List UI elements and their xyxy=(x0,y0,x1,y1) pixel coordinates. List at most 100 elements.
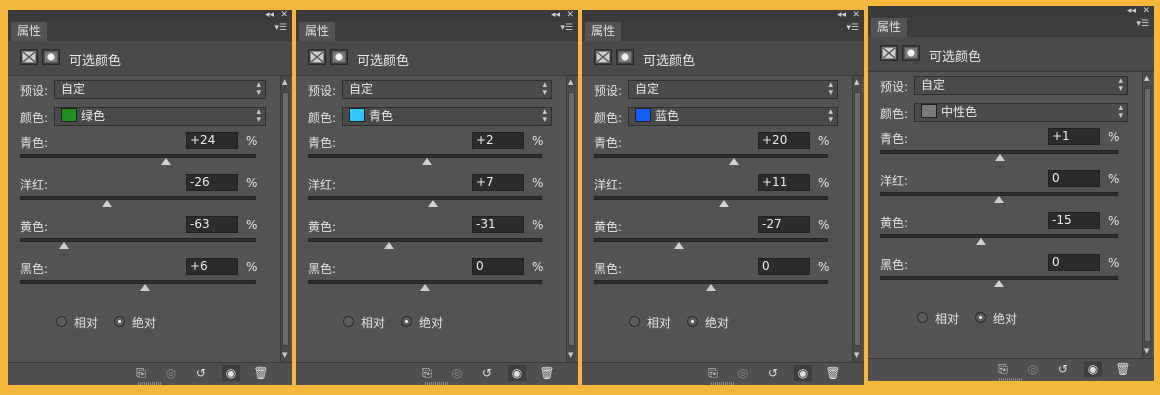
preset-select[interactable]: 自定 ▴ ▾ xyxy=(342,80,552,99)
slider-track[interactable] xyxy=(594,196,828,200)
radio-relative-label[interactable]: 相对 xyxy=(935,310,959,327)
scroll-up-icon[interactable]: ▲ xyxy=(568,79,573,86)
scrollbar-thumb[interactable] xyxy=(854,92,861,346)
scroll-down-icon[interactable]: ▼ xyxy=(282,352,287,359)
slider-value-input[interactable]: +1 xyxy=(1048,128,1100,145)
clip-to-layer-icon[interactable]: ⎘ xyxy=(704,365,722,381)
slider-thumb[interactable] xyxy=(994,280,1004,287)
scroll-up-icon[interactable]: ▲ xyxy=(1144,75,1149,82)
color-select[interactable]: 青色 ▴ ▾ xyxy=(342,107,552,126)
slider-thumb[interactable] xyxy=(976,238,987,245)
radio-relative-label[interactable]: 相对 xyxy=(647,314,671,331)
slider-value-input[interactable]: 0 xyxy=(758,258,810,275)
collapse-icon[interactable]: ◂◂ xyxy=(837,9,846,21)
trash-icon[interactable]: 🗑 xyxy=(1114,361,1132,377)
radio-absolute[interactable] xyxy=(401,316,412,327)
collapse-icon[interactable]: ◂◂ xyxy=(551,9,560,21)
visibility-eye-icon[interactable]: ◉ xyxy=(794,365,812,381)
slider-thumb[interactable] xyxy=(58,242,69,249)
radio-relative[interactable] xyxy=(343,316,354,327)
radio-relative-label[interactable]: 相对 xyxy=(361,314,385,331)
panel-menu-icon[interactable]: ▾☰ xyxy=(1136,19,1149,29)
scrollbar[interactable]: ▲ ▼ xyxy=(566,76,576,362)
slider-value-input[interactable]: +20 xyxy=(758,132,810,149)
slider-value-input[interactable]: -26 xyxy=(186,174,238,191)
visibility-eye-icon[interactable]: ◉ xyxy=(222,365,240,381)
slider-value-input[interactable]: +7 xyxy=(472,174,524,191)
slider-thumb[interactable] xyxy=(674,242,685,249)
slider-track[interactable] xyxy=(20,238,256,242)
panel-menu-icon[interactable]: ▾☰ xyxy=(274,23,287,33)
slider-thumb[interactable] xyxy=(729,158,740,165)
visibility-eye-icon[interactable]: ◉ xyxy=(508,365,526,381)
panel-menu-icon[interactable]: ▾☰ xyxy=(560,23,573,33)
color-select[interactable]: 中性色 ▴ ▾ xyxy=(914,103,1128,122)
slider-value-input[interactable]: 0 xyxy=(1048,170,1100,187)
reset-icon[interactable]: ↺ xyxy=(192,365,210,381)
collapse-icon[interactable]: ◂◂ xyxy=(265,9,274,21)
reset-icon[interactable]: ↺ xyxy=(764,365,782,381)
close-icon[interactable]: ✕ xyxy=(1142,5,1150,17)
trash-icon[interactable]: 🗑 xyxy=(252,365,270,381)
radio-relative[interactable] xyxy=(629,316,640,327)
close-icon[interactable]: ✕ xyxy=(566,9,574,21)
slider-track[interactable] xyxy=(308,196,542,200)
resize-grip[interactable] xyxy=(999,378,1023,381)
slider-track[interactable] xyxy=(20,280,256,284)
view-previous-state-icon[interactable]: ◎ xyxy=(734,365,752,381)
slider-thumb[interactable] xyxy=(718,200,729,207)
slider-value-input[interactable]: 0 xyxy=(472,258,524,275)
close-icon[interactable]: ✕ xyxy=(280,9,288,21)
radio-absolute-label[interactable]: 绝对 xyxy=(132,314,156,331)
scrollbar[interactable]: ▲ ▼ xyxy=(852,76,862,362)
panel-menu-icon[interactable]: ▾☰ xyxy=(846,23,859,33)
resize-grip[interactable] xyxy=(711,382,735,385)
clip-to-layer-icon[interactable]: ⎘ xyxy=(418,365,436,381)
radio-relative-label[interactable]: 相对 xyxy=(74,314,98,331)
slider-thumb[interactable] xyxy=(994,196,1004,203)
preset-select[interactable]: 自定 ▴ ▾ xyxy=(914,76,1128,95)
color-select[interactable]: 绿色 ▴ ▾ xyxy=(54,107,266,126)
slider-track[interactable] xyxy=(594,154,828,158)
clip-to-layer-icon[interactable]: ⎘ xyxy=(132,365,150,381)
trash-icon[interactable]: 🗑 xyxy=(538,365,556,381)
slider-thumb[interactable] xyxy=(383,242,394,249)
scrollbar[interactable]: ▲ ▼ xyxy=(1142,72,1152,358)
tab-properties[interactable]: 属性 xyxy=(299,22,336,41)
resize-grip[interactable] xyxy=(425,382,449,385)
scroll-down-icon[interactable]: ▼ xyxy=(568,352,573,359)
view-previous-state-icon[interactable]: ◎ xyxy=(448,365,466,381)
tab-properties[interactable]: 属性 xyxy=(11,22,48,41)
resize-grip[interactable] xyxy=(138,382,162,385)
slider-track[interactable] xyxy=(308,238,542,242)
slider-thumb[interactable] xyxy=(161,158,172,165)
scroll-down-icon[interactable]: ▼ xyxy=(854,352,859,359)
slider-track[interactable] xyxy=(20,196,256,200)
clip-to-layer-icon[interactable]: ⎘ xyxy=(994,361,1012,377)
slider-track[interactable] xyxy=(594,238,828,242)
close-icon[interactable]: ✕ xyxy=(852,9,860,21)
reset-icon[interactable]: ↺ xyxy=(1054,361,1072,377)
slider-value-input[interactable]: 0 xyxy=(1048,254,1100,271)
radio-absolute[interactable] xyxy=(975,312,986,323)
trash-icon[interactable]: 🗑 xyxy=(824,365,842,381)
slider-value-input[interactable]: +2 xyxy=(472,132,524,149)
view-previous-state-icon[interactable]: ◎ xyxy=(1024,361,1042,377)
slider-thumb[interactable] xyxy=(420,284,430,291)
slider-value-input[interactable]: +6 xyxy=(186,258,238,275)
slider-value-input[interactable]: -31 xyxy=(472,216,524,233)
preset-select[interactable]: 自定 ▴ ▾ xyxy=(54,80,266,99)
color-select[interactable]: 蓝色 ▴ ▾ xyxy=(628,107,838,126)
slider-track[interactable] xyxy=(20,154,256,158)
radio-absolute-label[interactable]: 绝对 xyxy=(993,310,1017,327)
tab-properties[interactable]: 属性 xyxy=(871,18,908,37)
slider-value-input[interactable]: -27 xyxy=(758,216,810,233)
slider-value-input[interactable]: +11 xyxy=(758,174,810,191)
slider-value-input[interactable]: -15 xyxy=(1048,212,1100,229)
visibility-eye-icon[interactable]: ◉ xyxy=(1084,361,1102,377)
slider-value-input[interactable]: -63 xyxy=(186,216,238,233)
reset-icon[interactable]: ↺ xyxy=(478,365,496,381)
tab-properties[interactable]: 属性 xyxy=(585,22,622,41)
slider-thumb[interactable] xyxy=(428,200,439,207)
scrollbar-thumb[interactable] xyxy=(568,92,575,346)
